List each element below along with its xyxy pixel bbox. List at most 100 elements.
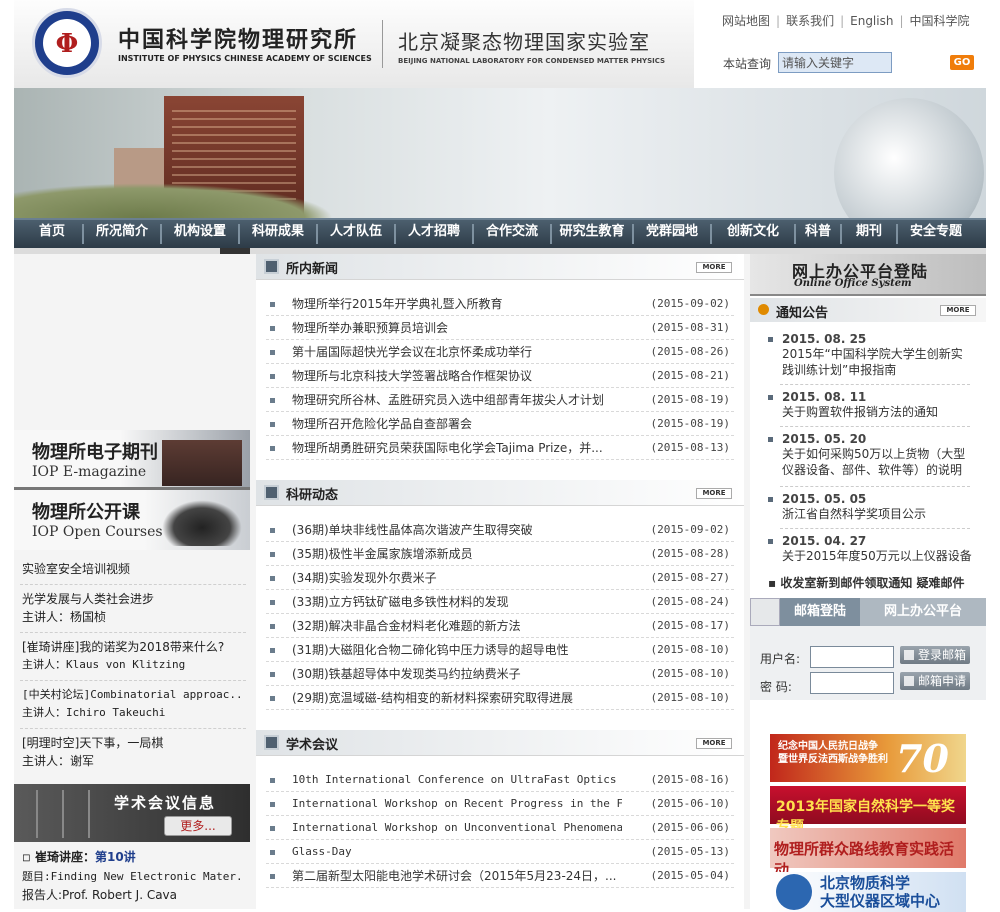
lecture-topic[interactable]: 题目:Finding New Electronic Mater... [22, 868, 244, 886]
search-go-button[interactable]: GO [950, 55, 974, 70]
course-speaker: 主讲人：Ichiro Takeuchi [22, 706, 166, 719]
open-courses-banner[interactable]: 物理所公开课 IOP Open Courses [14, 490, 250, 550]
online-office-banner[interactable]: 网上办公平台登陆 Online Office System [750, 254, 986, 296]
search-input[interactable]: 请输入关键字 [778, 52, 892, 73]
list-item[interactable]: 物理所举办兼职预算员培训会 (2015-08-31) [266, 316, 734, 340]
more-button[interactable]: MORE [696, 488, 732, 499]
nav-safety[interactable]: 安全专题 [898, 220, 974, 248]
username-label: 用户名: [760, 652, 801, 666]
list-item[interactable]: Glass-Day (2015-05-13) [266, 840, 734, 864]
right-column: 网上办公平台登陆 Online Office System 通知公告 MORE … [750, 254, 986, 912]
nav-culture[interactable]: 创新文化 [712, 220, 794, 248]
news-list: 物理所举行2015年开学典礼暨入所教育 (2015-09-02) 物理所举办兼职预… [266, 292, 734, 460]
header-banner-image [14, 88, 986, 218]
header-tools: 网站地图 | 联系我们 | English | 中国科学院 本站查询 请输入关键字 GO [694, 0, 986, 88]
list-item[interactable]: International Workshop on Recent Progres… [266, 792, 734, 816]
nav-research[interactable]: 科研成果 [240, 220, 316, 248]
list-item[interactable]: 第十届国际超快光学会议在北京怀柔成功举行 (2015-08-26) [266, 340, 734, 364]
sitemap-link[interactable]: 网站地图 [722, 14, 770, 28]
course-link[interactable]: [中关村论坛]Combinatorial approac... [22, 686, 244, 704]
list-item[interactable]: 物理研究所谷林、孟胜研究员入选中组部青年拔尖人才计划 (2015-08-19) [266, 388, 734, 412]
nav-graduate[interactable]: 研究生教育 [552, 220, 632, 248]
notice-item[interactable]: 2015. 04. 27 关于2015年度50万元以上仪器设备 [768, 534, 972, 564]
lecture-details: 题目:Finding New Electronic Mater... 报告人:P… [22, 868, 244, 904]
microphone-icon [22, 790, 102, 838]
english-link[interactable]: English [850, 14, 893, 28]
tab-mail-login[interactable]: 邮箱登陆 [780, 598, 860, 626]
username-input[interactable] [810, 646, 894, 668]
nav-party[interactable]: 党群园地 [634, 220, 710, 248]
list-item[interactable]: (36期)单块非线性晶体高次谐波产生取得突破 (2015-09-02) [266, 518, 734, 542]
mass-line-banner[interactable]: 物理所群众路线教育实践活动 [770, 828, 966, 879]
iop-logo[interactable]: Φ [32, 8, 102, 78]
notice-item[interactable]: 2015. 05. 20 关于如何采购50万以上货物（大型仪器设备、部件、软件等… [768, 432, 972, 478]
institute-name-en: INSTITUTE OF PHYSICS CHINESE ACADEMY OF … [118, 54, 372, 63]
nav-people[interactable]: 人才队伍 [318, 220, 394, 248]
mail-login-form: 用户名: 登录邮箱 密 码: 邮箱申请 [750, 626, 986, 700]
anniversary-70-banner[interactable]: 纪念中国人民抗日战争 暨世界反法西斯战争胜利 70 [770, 734, 966, 782]
list-item[interactable]: 10th International Conference on UltraFa… [266, 768, 734, 792]
nav-journals[interactable]: 期刊 [842, 220, 896, 248]
nav-home[interactable]: 首页 [22, 220, 82, 248]
nav-jobs[interactable]: 人才招聘 [396, 220, 472, 248]
tab-office-platform[interactable]: 网上办公平台 [860, 598, 986, 626]
course-item: [崔琦讲座]我的诺奖为2018带来什么? 主讲人：Klaus von Klitz… [22, 638, 244, 674]
login-tabs: 邮箱登陆 网上办公平台 [750, 598, 986, 626]
more-button[interactable]: MORE [696, 738, 732, 749]
science-award-banner[interactable]: 2013年国家自然科学一等奖专题 [770, 786, 966, 835]
emagazine-banner[interactable]: 物理所电子期刊 IOP E-magazine [14, 430, 250, 490]
list-item[interactable]: (35期)极性半金属家族增添新成员 (2015-08-28) [266, 542, 734, 566]
center-logo-icon [776, 874, 812, 910]
building-thumbnail [162, 440, 242, 486]
top-links: 网站地图 | 联系我们 | English | 中国科学院 [722, 14, 970, 28]
list-item[interactable]: (31期)大磁阻化合物二碲化钨中压力诱导的超导电性 (2015-08-10) [266, 638, 734, 662]
course-link[interactable]: 实验室安全培训视频 [22, 560, 244, 578]
list-item[interactable]: International Workshop on Unconventional… [266, 816, 734, 840]
contact-link[interactable]: 联系我们 [786, 14, 834, 28]
course-link[interactable]: [崔琦讲座]我的诺奖为2018带来什么? [22, 638, 244, 656]
list-item[interactable]: (32期)解决非晶合金材料老化难题的新方法 (2015-08-17) [266, 614, 734, 638]
cas-link[interactable]: 中国科学院 [910, 14, 970, 28]
header-divider [382, 20, 383, 68]
nav-organization[interactable]: 机构设置 [162, 220, 238, 248]
lecture-title[interactable]: ◽ 崔琦讲座：第10讲 [22, 848, 136, 865]
camera-icon [162, 500, 242, 546]
course-speaker: 主讲人：Klaus von Klitzing [22, 658, 186, 671]
notice-item[interactable]: 2015. 08. 11 关于购置软件报销方法的通知 [768, 390, 972, 420]
mail-notice-ticker[interactable]: ▪ 收发室新到邮件领取通知 疑难邮件 [768, 574, 986, 591]
center-column: 所内新闻 MORE 物理所举行2015年开学典礼暨入所教育 (2015-09-02… [256, 254, 744, 909]
list-item[interactable]: 第二届新型太阳能电池学术研讨会（2015年5月23-24日，... (2015-0… [266, 864, 734, 888]
list-item[interactable]: 物理所举行2015年开学典礼暨入所教育 (2015-09-02) [266, 292, 734, 316]
course-link[interactable]: 光学发展与人类社会进步 [22, 590, 244, 608]
list-item[interactable]: (30期)铁基超导体中发现类马约拉纳费米子 (2015-08-10) [266, 662, 734, 686]
list-item[interactable]: 物理所召开危险化学品自查部署会 (2015-08-19) [266, 412, 734, 436]
search-label: 本站查询 [723, 57, 772, 71]
nav-cooperation[interactable]: 合作交流 [474, 220, 550, 248]
nav-science-pop[interactable]: 科普 [796, 220, 840, 248]
list-item[interactable]: 物理所胡勇胜研究员荣获国际电化学会Tajima Prize，并... (2015-… [266, 436, 734, 460]
list-item[interactable]: (33期)立方钙钛矿磁电多铁性材料的发现 (2015-08-24) [266, 590, 734, 614]
institute-name-cn: 中国科学院物理研究所 [118, 27, 359, 53]
password-input[interactable] [810, 672, 894, 694]
conference-more-button[interactable]: 更多... [164, 816, 232, 836]
instrument-center-banner[interactable]: 北京物质科学 大型仪器区域中心 [770, 872, 966, 912]
left-column: 物理所电子期刊 IOP E-magazine 物理所公开课 IOP Open C… [14, 254, 250, 909]
more-button[interactable]: MORE [696, 262, 732, 273]
conference-info-banner[interactable]: 学术会议信息 更多... [14, 784, 250, 842]
notice-item[interactable]: 2015. 08. 25 2015年“中国科学院大学生创新实践训练计划”申报指南 [768, 332, 972, 378]
apply-mail-button[interactable]: 邮箱申请 [900, 672, 970, 690]
section-header: 学术会议 MORE [256, 730, 744, 756]
page: Φ 中国科学院物理研究所 INSTITUTE OF PHYSICS CHINES… [14, 0, 986, 912]
notice-item[interactable]: 2015. 05. 05 浙江省自然科学奖项目公示 [768, 492, 972, 522]
course-link[interactable]: [明理时空]天下事，一局棋 [22, 734, 244, 752]
main-nav: 首页 所况简介 机构设置 科研成果 人才队伍 人才招聘 合作交流 研究生教育 党… [14, 218, 986, 248]
list-item[interactable]: 物理所与北京科技大学签署战略合作框架协议 (2015-08-21) [266, 364, 734, 388]
more-button[interactable]: MORE [940, 305, 976, 316]
lecture-speaker: 报告人:Prof. Robert J. Cava [22, 888, 178, 902]
course-item: 光学发展与人类社会进步 主讲人：杨国桢 [22, 590, 244, 626]
login-mail-button[interactable]: 登录邮箱 [900, 646, 970, 664]
list-item[interactable]: (34期)实验发现外尔费米子 (2015-08-27) [266, 566, 734, 590]
list-item[interactable]: (29期)宽温域磁-结构相变的新材料探索研究取得进展 (2015-08-10) [266, 686, 734, 710]
square-bullet-icon: ▪ [768, 576, 781, 590]
nav-about[interactable]: 所况简介 [84, 220, 160, 248]
